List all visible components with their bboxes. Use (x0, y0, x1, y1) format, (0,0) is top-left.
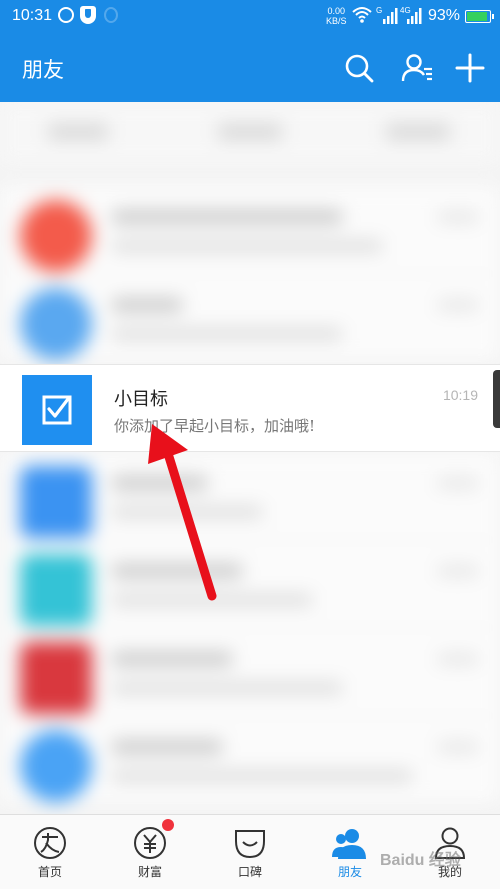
battery-icon (465, 10, 494, 23)
list-item[interactable] (0, 628, 500, 716)
signal-sim2-icon: 4G (400, 6, 422, 24)
tab-home[interactable]: 首页 (0, 815, 100, 889)
list-item[interactable] (0, 452, 500, 540)
wealth-icon (134, 827, 166, 859)
search-icon[interactable] (341, 50, 377, 86)
battery-fill (467, 12, 487, 21)
app-bar: 朋友 (0, 34, 500, 102)
checkbox-icon (42, 395, 72, 425)
tab-wealth[interactable]: 财富 (100, 815, 200, 889)
list-item-subtitle: 你添加了早起小目标，加油哦! (114, 417, 316, 435)
tab-label: 首页 (37, 865, 62, 879)
friends-icon (332, 829, 366, 859)
tab-label: 口碑 (237, 865, 262, 879)
battery-percent: 93% (428, 7, 461, 24)
scrollbar-thumb[interactable] (493, 370, 500, 428)
list-item[interactable] (0, 274, 500, 362)
tab-label: 财富 (137, 865, 162, 879)
list-item[interactable] (0, 186, 500, 274)
quick-entry-row (0, 102, 500, 164)
status-time: 10:31 (12, 7, 53, 24)
tab-koubei[interactable]: 口碑 (200, 815, 300, 889)
list-item[interactable] (0, 540, 500, 628)
watermark: Baidu 经验 (380, 852, 461, 869)
contacts-icon[interactable] (399, 50, 435, 86)
shield-icon (80, 6, 96, 24)
home-icon (34, 827, 66, 859)
notification-icon (104, 7, 118, 23)
page-title: 朋友 (22, 58, 64, 82)
network-speed: 0.00 KB/S (326, 6, 347, 26)
signal-sim1-icon: G (376, 6, 398, 24)
network-speed-value: 0.00 (327, 6, 346, 16)
blurred-list-backdrop (0, 102, 500, 814)
status-bar: 10:31 0.00 KB/S G 4G 93% (0, 0, 500, 34)
list-item[interactable] (0, 716, 500, 804)
add-icon[interactable] (452, 50, 488, 86)
list-item-title: 小目标 (114, 389, 168, 410)
list-item-time: 10:19 (442, 387, 478, 403)
notification-badge (162, 819, 174, 831)
wifi-icon (352, 7, 372, 23)
friends-list: 小目标 10:19 你添加了早起小目标，加油哦! (0, 102, 500, 814)
koubei-icon (235, 830, 265, 859)
alarm-icon (58, 7, 74, 23)
list-item-small-goal[interactable]: 小目标 10:19 你添加了早起小目标，加油哦! (0, 364, 500, 452)
small-goal-avatar (22, 375, 92, 445)
network-speed-unit: KB/S (326, 16, 347, 26)
